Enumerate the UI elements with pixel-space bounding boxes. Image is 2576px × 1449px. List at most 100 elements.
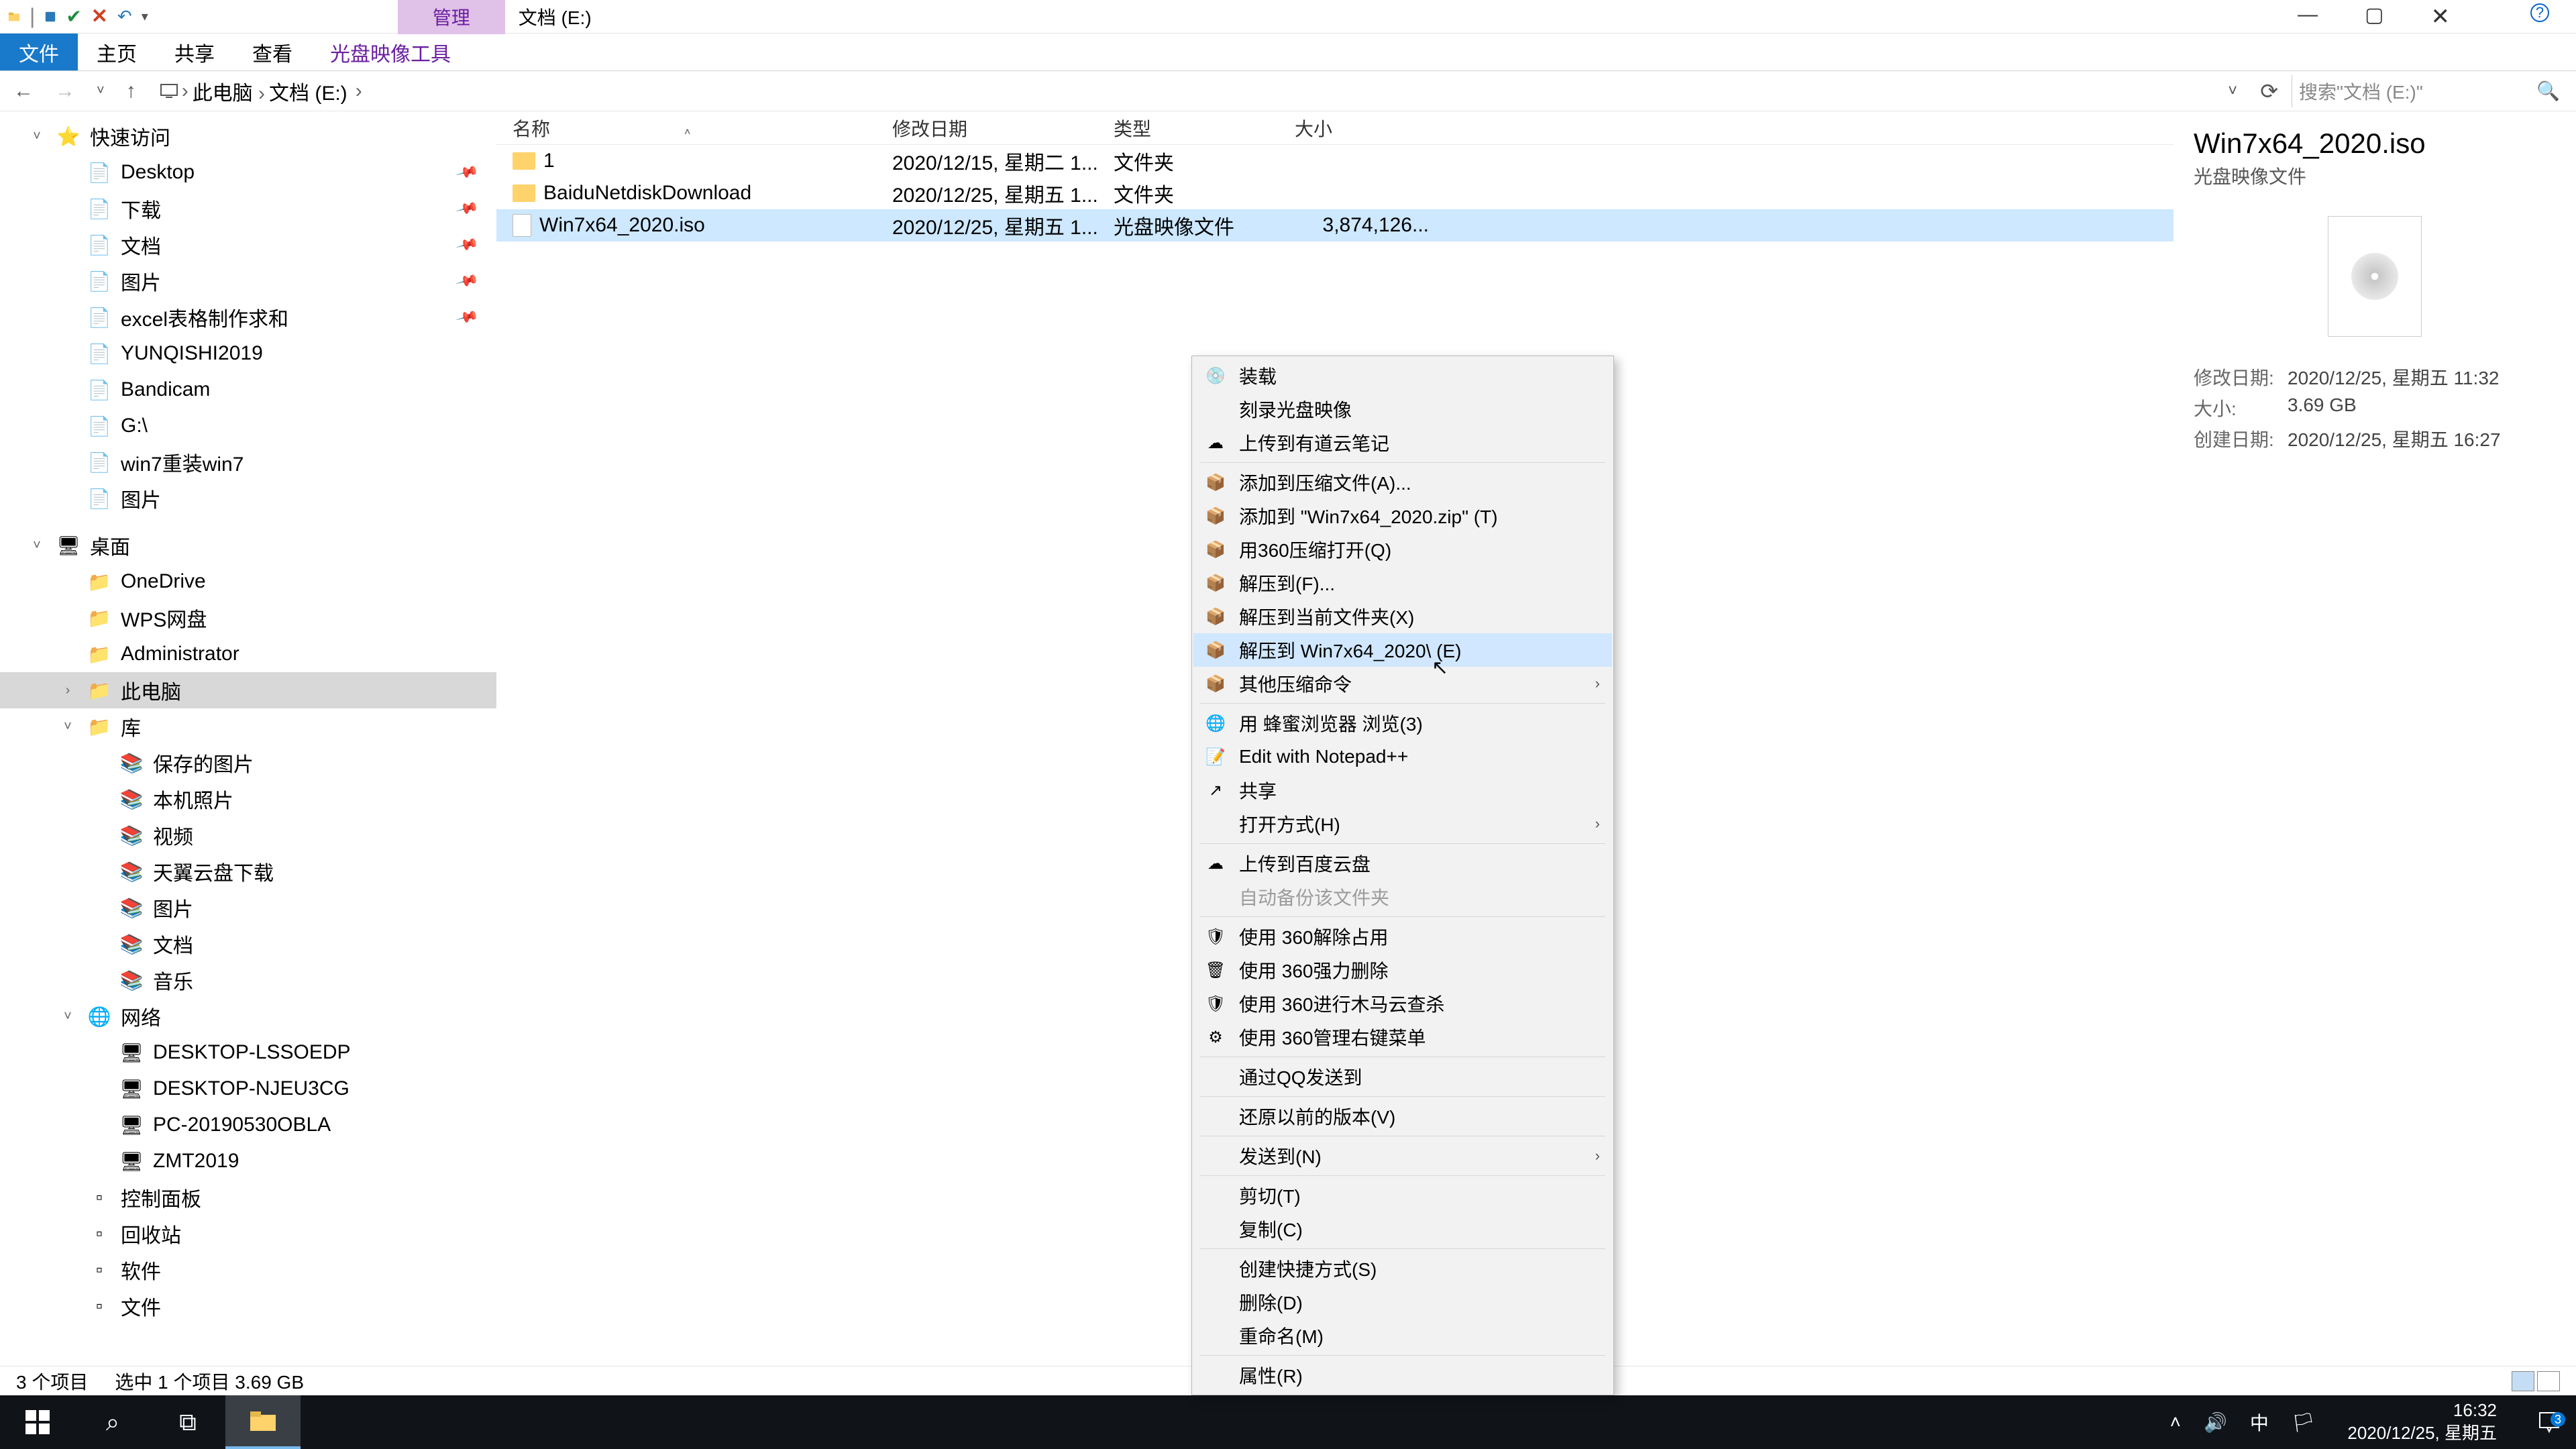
tab-file[interactable]: 文件: [0, 34, 78, 70]
col-type[interactable]: 类型: [1114, 115, 1295, 142]
crumb-current[interactable]: 文档 (E:): [269, 76, 347, 106]
nav-library-item[interactable]: 📚文档: [0, 926, 496, 962]
undo-icon[interactable]: ↶: [117, 6, 132, 27]
forward-button[interactable]: →: [51, 80, 79, 103]
context-menu-item[interactable]: 还原以前的版本(V): [1193, 1099, 1612, 1133]
nav-desktop-item[interactable]: 📁Administrator: [0, 636, 496, 672]
context-menu-item[interactable]: 🌐用 蜂蜜浏览器 浏览(3): [1193, 706, 1612, 740]
tab-disc-image-tools[interactable]: 光盘映像工具: [311, 34, 470, 70]
context-menu-item[interactable]: 刻录光盘映像: [1193, 392, 1612, 426]
nav-quick-item[interactable]: 📄下载📌: [0, 191, 496, 227]
save-icon[interactable]: [44, 11, 56, 23]
nav-quick-item[interactable]: 📄图片📌: [0, 263, 496, 299]
column-headers[interactable]: 名称˄ 修改日期 类型 大小: [496, 111, 2174, 145]
context-menu-item[interactable]: 创建快捷方式(S): [1193, 1252, 1612, 1285]
context-menu-item[interactable]: 📦用360压缩打开(Q): [1193, 533, 1612, 566]
nav-quick-item[interactable]: 📄YUNQISHI2019: [0, 335, 496, 372]
volume-icon[interactable]: 🔊: [2204, 1411, 2227, 1434]
nav-network-item[interactable]: 🖥DESKTOP-LSSOEDP: [0, 1034, 496, 1071]
recent-locations-button[interactable]: ˅: [93, 83, 109, 99]
nav-network-item[interactable]: 🖥DESKTOP-NJEU3CG: [0, 1071, 496, 1107]
file-row[interactable]: BaiduNetdiskDownload 2020/12/25, 星期五 1..…: [496, 177, 2174, 209]
nav-library-item[interactable]: 📚本机照片: [0, 781, 496, 817]
context-menu-item[interactable]: ⚙使用 360管理右键菜单: [1193, 1020, 1612, 1054]
nav-desktop-item[interactable]: 📁OneDrive: [0, 564, 496, 600]
qat-dropdown-icon[interactable]: ▾: [142, 8, 148, 25]
file-row[interactable]: Win7x64_2020.iso 2020/12/25, 星期五 1... 光盘…: [496, 209, 2174, 241]
crumb-this-pc[interactable]: 此电脑: [193, 76, 265, 106]
tab-view[interactable]: 查看: [233, 34, 311, 70]
refresh-button[interactable]: ⟳: [2260, 78, 2278, 104]
nav-library-item[interactable]: 📚视频: [0, 817, 496, 853]
nav-desktop[interactable]: ˅🖥桌面: [0, 527, 496, 564]
task-view-button[interactable]: ⧉: [150, 1395, 225, 1449]
nav-quick-item[interactable]: 📄Bandicam: [0, 372, 496, 408]
context-menu-item[interactable]: 通过QQ发送到: [1193, 1060, 1612, 1093]
tab-share[interactable]: 共享: [156, 34, 233, 70]
context-menu-item[interactable]: 打开方式(H)›: [1193, 807, 1612, 841]
col-name[interactable]: 名称˄: [496, 115, 892, 142]
context-menu-item[interactable]: 重命名(M): [1193, 1319, 1612, 1352]
clock[interactable]: 16:32 2020/12/25, 星期五: [2338, 1399, 2506, 1445]
nav-quick-item[interactable]: 📄G:\: [0, 408, 496, 444]
view-large-icons-button[interactable]: [2537, 1371, 2560, 1391]
tab-home[interactable]: 主页: [78, 34, 156, 70]
context-menu-item[interactable]: 📦解压到当前文件夹(X): [1193, 600, 1612, 633]
nav-network-item[interactable]: 🖥ZMT2019: [0, 1143, 496, 1179]
action-center-button[interactable]: 3: [2529, 1411, 2569, 1434]
context-menu-item[interactable]: 📦添加到压缩文件(A)...: [1193, 466, 1612, 499]
nav-quick-access[interactable]: ˅⭐快速访问: [0, 118, 496, 154]
context-menu-item[interactable]: ↗共享: [1193, 773, 1612, 807]
nav-library-item[interactable]: 📚保存的图片: [0, 745, 496, 781]
back-button[interactable]: ←: [9, 80, 38, 103]
nav-network[interactable]: ˅🌐网络: [0, 998, 496, 1034]
view-details-button[interactable]: [2512, 1371, 2534, 1391]
context-menu-item[interactable]: 🛡使用 360进行木马云查杀: [1193, 987, 1612, 1020]
context-menu-item[interactable]: ☁上传到百度云盘: [1193, 847, 1612, 880]
context-menu-item[interactable]: 🗑使用 360强力删除: [1193, 953, 1612, 987]
context-menu-item[interactable]: 剪切(T): [1193, 1179, 1612, 1212]
up-button[interactable]: ↑: [122, 80, 140, 103]
context-menu-item[interactable]: 复制(C): [1193, 1212, 1612, 1246]
minimize-button[interactable]: —: [2298, 3, 2318, 30]
col-date[interactable]: 修改日期: [892, 115, 1114, 142]
checkmark-icon[interactable]: ✔: [66, 5, 81, 28]
nav-library-item[interactable]: 📚图片: [0, 890, 496, 926]
context-menu-item[interactable]: 📝Edit with Notepad++: [1193, 740, 1612, 773]
context-menu-item[interactable]: 📦解压到(F)...: [1193, 566, 1612, 600]
nav-network-item[interactable]: 🖥PC-20190530OBLA: [0, 1107, 496, 1143]
start-button[interactable]: [0, 1395, 75, 1449]
navigation-pane[interactable]: ˅⭐快速访问📄Desktop📌📄下载📌📄文档📌📄图片📌📄excel表格制作求和📌…: [0, 111, 496, 1366]
nav-quick-item[interactable]: 📄excel表格制作求和📌: [0, 299, 496, 335]
breadcrumb-path[interactable]: › 此电脑 文档 (E:) ›: [154, 76, 2205, 106]
nav-quick-item[interactable]: 📄Desktop📌: [0, 154, 496, 191]
context-menu-item[interactable]: 自动备份该文件夹: [1193, 880, 1612, 914]
nav-library-item[interactable]: 📚天翼云盘下载: [0, 853, 496, 890]
nav-extra-item[interactable]: ▫控制面板: [0, 1179, 496, 1216]
search-button[interactable]: ⌕: [75, 1395, 150, 1449]
taskbar-explorer[interactable]: [225, 1395, 301, 1449]
nav-quick-item[interactable]: 📄文档📌: [0, 227, 496, 263]
help-button[interactable]: ?: [2530, 3, 2549, 22]
nav-extra-item[interactable]: ▫软件: [0, 1252, 496, 1288]
col-size[interactable]: 大小: [1295, 115, 1469, 142]
nav-extra-item[interactable]: ▫文件: [0, 1288, 496, 1324]
nav-library-item[interactable]: 📚音乐: [0, 962, 496, 998]
context-menu-item[interactable]: 📦解压到 Win7x64_2020\ (E): [1193, 633, 1612, 667]
ribbon-context-tab[interactable]: 管理: [398, 0, 505, 34]
nav-quick-item[interactable]: 📄win7重装win7: [0, 444, 496, 480]
security-icon[interactable]: 🏳: [2292, 1411, 2316, 1434]
context-menu-item[interactable]: 📦其他压缩命令›: [1193, 667, 1612, 700]
context-menu-item[interactable]: 发送到(N)›: [1193, 1139, 1612, 1173]
ime-indicator[interactable]: 中: [2250, 1409, 2269, 1436]
tray-overflow-button[interactable]: ˄: [2170, 1411, 2181, 1433]
context-menu-item[interactable]: 属性(R): [1193, 1358, 1612, 1392]
nav-desktop-item[interactable]: 📁WPS网盘: [0, 600, 496, 636]
context-menu-item[interactable]: 📦添加到 "Win7x64_2020.zip" (T): [1193, 499, 1612, 533]
nav-extra-item[interactable]: ▫回收站: [0, 1216, 496, 1252]
file-row[interactable]: 1 2020/12/15, 星期二 1... 文件夹: [496, 145, 2174, 177]
nav-desktop-item[interactable]: ›📁此电脑: [0, 672, 496, 708]
nav-desktop-item[interactable]: ˅📁库: [0, 708, 496, 745]
context-menu-item[interactable]: 🛡使用 360解除占用: [1193, 920, 1612, 953]
address-dropdown-button[interactable]: ˅: [2218, 82, 2247, 101]
